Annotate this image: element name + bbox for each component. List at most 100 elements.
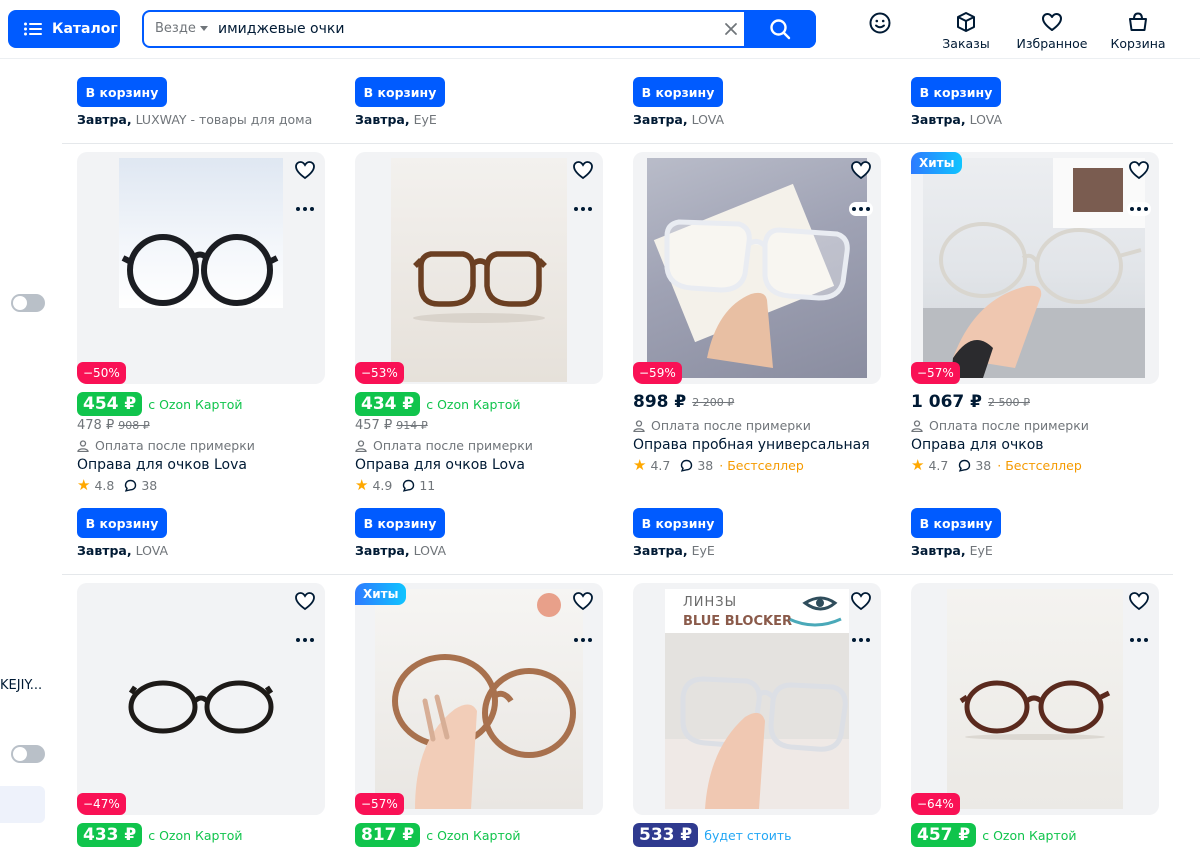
price-row: 898 ₽ 2 200 ₽ bbox=[633, 392, 734, 412]
hits-badge: Хиты bbox=[355, 583, 407, 605]
product-image[interactable]: −64% bbox=[911, 583, 1159, 815]
price-note: c Ozon Картой bbox=[426, 827, 521, 843]
rating-row: ★ 4.8 38 bbox=[77, 476, 157, 494]
delivery-day: Завтра, bbox=[77, 112, 132, 127]
seller-name[interactable]: LUXWAY - товары для дома bbox=[136, 112, 313, 127]
price-row: 434 ₽ c Ozon Картой bbox=[355, 392, 521, 416]
payment-info: Оплата после примерки bbox=[77, 438, 255, 453]
favorite-heart-icon[interactable] bbox=[1127, 158, 1151, 182]
product-card: В корзину Завтра, LOVA bbox=[633, 60, 881, 132]
seller-name[interactable]: LOVA bbox=[692, 112, 724, 127]
delivery-day: Завтра, bbox=[633, 112, 688, 127]
clear-icon[interactable] bbox=[722, 20, 740, 38]
favorite-heart-icon[interactable] bbox=[849, 158, 873, 182]
more-icon[interactable] bbox=[849, 633, 873, 647]
reviews-count: 38 bbox=[697, 457, 714, 473]
product-card[interactable]: −47% 433 ₽ c Ozon Картой bbox=[77, 583, 325, 858]
more-icon[interactable] bbox=[293, 633, 317, 647]
product-card[interactable]: −50% 454 ₽ c Ozon Картой 478 ₽908 ₽ Оплат… bbox=[77, 152, 325, 562]
reviews-count: 11 bbox=[419, 477, 436, 493]
payment-text: Оплата после примерки bbox=[95, 438, 255, 453]
rating-row: ★ 4.7 38 · Бестселлер bbox=[633, 456, 804, 474]
seller-name[interactable]: LOVA bbox=[414, 543, 446, 558]
glasses-illustration bbox=[653, 183, 850, 368]
filter-toggle[interactable] bbox=[11, 745, 45, 763]
product-image[interactable]: Хиты −57% bbox=[355, 583, 603, 815]
product-image[interactable]: −59% bbox=[633, 152, 881, 384]
delivery-info: Завтра, EyE bbox=[911, 543, 993, 558]
product-image[interactable]: −47% bbox=[77, 583, 325, 815]
favorite-heart-icon[interactable] bbox=[1127, 589, 1151, 613]
add-to-cart-button[interactable]: В корзину bbox=[355, 77, 445, 107]
delivery-day: Завтра, bbox=[77, 543, 132, 558]
delivery-day: Завтра, bbox=[355, 112, 410, 127]
add-to-cart-button[interactable]: В корзину bbox=[77, 77, 167, 107]
add-to-cart-button[interactable]: В корзину bbox=[633, 77, 723, 107]
discount-badge: −64% bbox=[911, 793, 960, 815]
more-icon[interactable] bbox=[849, 202, 873, 216]
seller-name[interactable]: EyE bbox=[692, 543, 715, 558]
rating-value: 4.7 bbox=[650, 457, 671, 473]
glasses-illustration bbox=[392, 593, 576, 809]
ozon-card-price: 454 ₽ bbox=[77, 392, 143, 416]
future-price: 533 ₽ bbox=[633, 823, 699, 847]
reviews-count: 38 bbox=[141, 477, 158, 493]
product-card[interactable]: −64% 457 ₽ c Ozon Картой bbox=[911, 583, 1159, 858]
favorite-heart-icon[interactable] bbox=[571, 589, 595, 613]
search-input[interactable] bbox=[218, 18, 718, 40]
product-photo bbox=[375, 589, 583, 809]
delivery-info: Завтра, LOVA bbox=[355, 543, 446, 558]
product-image[interactable]: −53% bbox=[355, 152, 603, 384]
more-icon[interactable] bbox=[1127, 202, 1151, 216]
product-title[interactable]: Оправа для очков Lova bbox=[77, 457, 247, 473]
seller-name[interactable]: LOVA bbox=[136, 543, 168, 558]
favorite-heart-icon[interactable] bbox=[571, 158, 595, 182]
discount-badge: −59% bbox=[633, 362, 682, 384]
more-icon[interactable] bbox=[293, 202, 317, 216]
filter-toggle[interactable] bbox=[11, 294, 45, 312]
seller-name[interactable]: EyE bbox=[970, 543, 993, 558]
more-icon[interactable] bbox=[1127, 633, 1151, 647]
add-to-cart-button[interactable]: В корзину bbox=[633, 508, 723, 538]
price-row: 533 ₽ будет стоить bbox=[633, 823, 792, 847]
product-card[interactable]: Хиты −57% 1 067 ₽ 2 500 ₽ Оплата после пр… bbox=[911, 152, 1159, 562]
product-image[interactable]: Хиты −57% bbox=[911, 152, 1159, 384]
cart-button[interactable]: Корзина bbox=[1108, 11, 1168, 51]
delivery-day: Завтра, bbox=[911, 112, 966, 127]
product-title[interactable]: Оправа для очков bbox=[911, 437, 1044, 453]
product-card[interactable]: Хиты −57% 817 ₽ c Ozon Картой bbox=[355, 583, 603, 858]
add-to-cart-button[interactable]: В корзину bbox=[911, 508, 1001, 538]
hits-badge: Хиты bbox=[911, 152, 963, 174]
product-image[interactable]: ЛИНЗЫ BLUE BLOCKER bbox=[633, 583, 881, 815]
seller-name[interactable]: LOVA bbox=[970, 112, 1002, 127]
more-icon[interactable] bbox=[571, 633, 595, 647]
product-card[interactable]: ЛИНЗЫ BLUE BLOCKER 533 ₽ будет стоить bbox=[633, 583, 881, 858]
product-photo bbox=[947, 589, 1123, 809]
favorite-heart-icon[interactable] bbox=[293, 158, 317, 182]
add-to-cart-button[interactable]: В корзину bbox=[355, 508, 445, 538]
price-row: 433 ₽ c Ozon Картой bbox=[77, 823, 243, 847]
seller-name[interactable]: EyE bbox=[414, 112, 437, 127]
profile-button[interactable] bbox=[866, 11, 894, 38]
search-button[interactable] bbox=[744, 10, 816, 48]
user-icon bbox=[77, 439, 89, 452]
brand-filter-item[interactable]: KEJIY... bbox=[0, 678, 42, 693]
search-scope-select[interactable]: Везде bbox=[155, 21, 208, 36]
product-title[interactable]: Оправа для очков Lova bbox=[355, 457, 525, 473]
favorites-button[interactable]: Избранное bbox=[1016, 11, 1088, 51]
add-to-cart-button[interactable]: В корзину bbox=[77, 508, 167, 538]
product-card[interactable]: −59% 898 ₽2 200 ₽ Оплата после примерки … bbox=[633, 152, 881, 562]
product-title[interactable]: Оправа пробная универсальная bbox=[633, 437, 870, 453]
favorite-heart-icon[interactable] bbox=[293, 589, 317, 613]
old-price: 914 ₽ bbox=[396, 419, 428, 432]
product-card[interactable]: −53% 434 ₽ c Ozon Картой 457 ₽914 ₽ Оплат… bbox=[355, 152, 603, 562]
catalog-button[interactable]: Каталог bbox=[8, 10, 120, 48]
orders-button[interactable]: Заказы bbox=[940, 11, 992, 51]
sidebar-highlight[interactable] bbox=[0, 786, 45, 823]
favorite-heart-icon[interactable] bbox=[849, 589, 873, 613]
more-icon[interactable] bbox=[571, 202, 595, 216]
product-image[interactable]: −50% bbox=[77, 152, 325, 384]
user-icon bbox=[355, 439, 367, 452]
delivery-info: Завтра, EyE bbox=[633, 543, 715, 558]
add-to-cart-button[interactable]: В корзину bbox=[911, 77, 1001, 107]
